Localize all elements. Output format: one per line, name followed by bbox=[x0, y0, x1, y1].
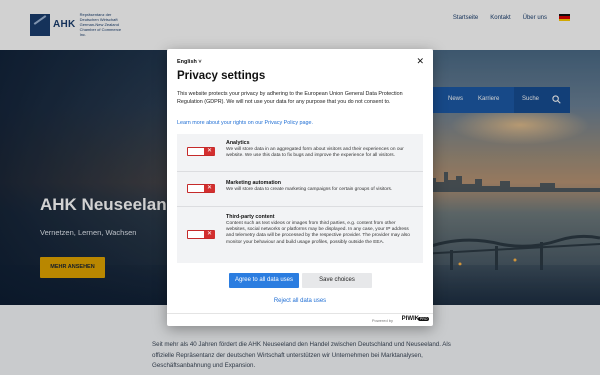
privacy-policy-link[interactable]: Learn more about your rights on our Priv… bbox=[177, 120, 313, 126]
consent-list: ✕ Analytics We will store data in an agg… bbox=[177, 134, 423, 263]
chevron-down-icon: ˅ bbox=[198, 59, 202, 65]
reject-all-link[interactable]: Reject all data uses bbox=[167, 298, 433, 304]
language-label: English bbox=[177, 59, 197, 65]
toggle-off-icon: ✕ bbox=[204, 231, 215, 238]
accept-all-button[interactable]: Agree to all data uses bbox=[229, 273, 299, 288]
save-choices-button[interactable]: Save choices bbox=[302, 273, 372, 288]
pro-badge: PRO bbox=[418, 317, 429, 321]
close-icon[interactable]: ✕ bbox=[416, 56, 424, 67]
modal-intro: This website protects your privacy by ad… bbox=[177, 91, 403, 105]
piwik-logo[interactable]: PIWIK bbox=[402, 316, 419, 322]
consent-description: Content such as text videos or images fr… bbox=[226, 221, 410, 245]
modal-title: Privacy settings bbox=[177, 70, 266, 82]
toggle-off-icon: ✕ bbox=[204, 148, 215, 155]
modal-footer: Powered by PIWIK PRO bbox=[167, 313, 433, 326]
consent-row-marketing: ✕ Marketing automation We will store dat… bbox=[177, 171, 423, 206]
privacy-settings-modal: English ˅ ✕ Privacy settings This websit… bbox=[167, 49, 433, 326]
consent-row-analytics: ✕ Analytics We will store data in an agg… bbox=[177, 134, 423, 171]
language-select[interactable]: English ˅ bbox=[177, 59, 202, 65]
consent-description: We will store data in an aggregated form… bbox=[226, 147, 404, 159]
powered-by-label: Powered by bbox=[371, 318, 393, 323]
third-party-toggle[interactable]: ✕ bbox=[187, 230, 215, 239]
consent-row-third-party: ✕ Third-party content Content such as te… bbox=[177, 206, 423, 263]
consent-description: We will store data to create marketing c… bbox=[226, 187, 393, 192]
consent-title: Analytics bbox=[226, 140, 250, 146]
marketing-toggle[interactable]: ✕ bbox=[187, 184, 215, 193]
consent-title: Marketing automation bbox=[226, 180, 282, 186]
analytics-toggle[interactable]: ✕ bbox=[187, 147, 215, 156]
consent-title: Third-party content bbox=[226, 214, 275, 220]
toggle-off-icon: ✕ bbox=[204, 185, 215, 192]
